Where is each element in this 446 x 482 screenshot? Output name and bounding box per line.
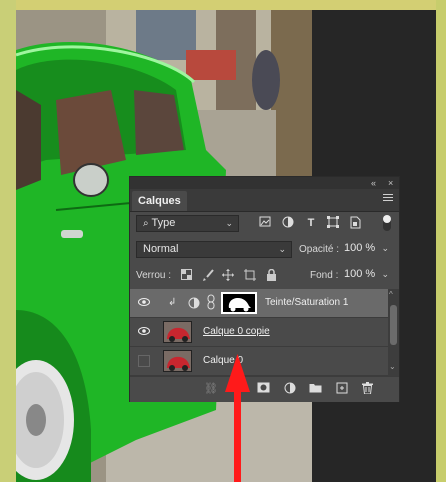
chevron-down-icon: ⌄ [225, 218, 233, 228]
lock-row: Verrou : Fond : 100 % ⌄ [130, 265, 399, 287]
tab-calques[interactable]: Calques [132, 191, 187, 211]
lock-all-icon[interactable] [264, 268, 278, 283]
lock-label: Verrou : [136, 270, 172, 281]
filter-type-label: Type [151, 217, 176, 229]
layer-row-calque-0-copie[interactable]: Calque 0 copie [130, 318, 388, 347]
link-icon[interactable] [207, 294, 215, 313]
collapse-panel-button[interactable]: « [371, 177, 376, 189]
layers-list: ↲ Teinte/Saturation 1 Calque 0 copie Cal… [130, 289, 388, 376]
opacity-field[interactable]: 100 % ⌄ [342, 241, 394, 258]
layers-scrollbar[interactable]: ^ ⌄ [388, 289, 399, 376]
layers-panel: « × Calques ⌕ Type ⌄ T Normal ⌄ Opacité … [129, 176, 400, 402]
filter-toggle[interactable] [383, 215, 391, 231]
eye-icon[interactable] [138, 326, 150, 338]
visibility-off-box[interactable] [138, 355, 150, 367]
new-layer-icon[interactable] [335, 382, 349, 396]
layer-name: Teinte/Saturation 1 [265, 297, 349, 308]
scrollbar-thumb[interactable] [390, 305, 397, 345]
scroll-down-icon[interactable]: ⌄ [389, 362, 396, 371]
fill-value: 100 % [344, 268, 376, 280]
adjustment-filter-icon[interactable] [281, 216, 295, 230]
fill-field[interactable]: 100 % ⌄ [342, 267, 394, 284]
window-frame-top [0, 0, 446, 10]
adjustment-layer-icon [188, 297, 200, 312]
link-layers-icon[interactable]: ⛓ [204, 382, 218, 396]
lock-artboard-icon[interactable] [243, 269, 257, 283]
layer-name: Calque 0 [203, 355, 244, 366]
blend-row: Normal ⌄ Opacité : 100 % ⌄ [130, 239, 399, 261]
layer-thumbnail [163, 321, 192, 343]
lock-transparency-icon[interactable] [179, 269, 193, 283]
layer-thumbnail [163, 350, 192, 372]
panel-tab-row: Calques [130, 189, 399, 212]
clip-arrow-icon: ↲ [168, 297, 177, 308]
chevron-down-icon: ⌄ [278, 244, 286, 254]
image-filter-icon[interactable] [258, 216, 272, 230]
delete-layer-icon[interactable] [360, 382, 374, 396]
blend-mode-select[interactable]: Normal ⌄ [136, 241, 292, 258]
add-mask-icon[interactable] [256, 382, 270, 396]
search-icon: ⌕ [143, 218, 149, 229]
panel-title-bar: « × [130, 177, 399, 189]
text-filter-icon[interactable]: T [304, 216, 318, 230]
layer-mask-thumbnail[interactable] [221, 292, 257, 314]
lock-position-icon[interactable] [221, 269, 235, 283]
lock-paint-icon[interactable] [201, 269, 215, 283]
fill-label: Fond : [310, 270, 339, 281]
layers-bottom-toolbar: ⛓ fx [130, 376, 399, 402]
window-frame-left [0, 0, 16, 482]
eye-icon[interactable] [138, 297, 150, 309]
scroll-up-icon[interactable]: ^ [389, 290, 393, 299]
smart-object-filter-icon[interactable] [348, 216, 362, 230]
shape-filter-icon[interactable] [326, 216, 340, 230]
new-group-icon[interactable] [308, 382, 322, 396]
layer-row-hue-saturation[interactable]: ↲ Teinte/Saturation 1 [130, 289, 388, 318]
window-frame-right [436, 0, 446, 482]
layer-row-calque-0[interactable]: Calque 0 [130, 347, 388, 376]
filter-type-select[interactable]: ⌕ Type ⌄ [136, 215, 239, 232]
layer-name: Calque 0 copie [203, 326, 270, 337]
opacity-label: Opacité : [299, 244, 340, 255]
chevron-down-icon: ⌄ [381, 243, 389, 253]
chevron-down-icon: ⌄ [381, 269, 389, 279]
panel-menu-icon[interactable] [383, 194, 393, 204]
filter-row: ⌕ Type ⌄ T [130, 213, 399, 235]
close-panel-button[interactable]: × [388, 177, 393, 189]
blend-mode-value: Normal [143, 243, 179, 255]
layer-style-icon[interactable]: fx [232, 382, 246, 396]
opacity-value: 100 % [344, 242, 376, 254]
new-adjustment-icon[interactable] [283, 382, 297, 396]
